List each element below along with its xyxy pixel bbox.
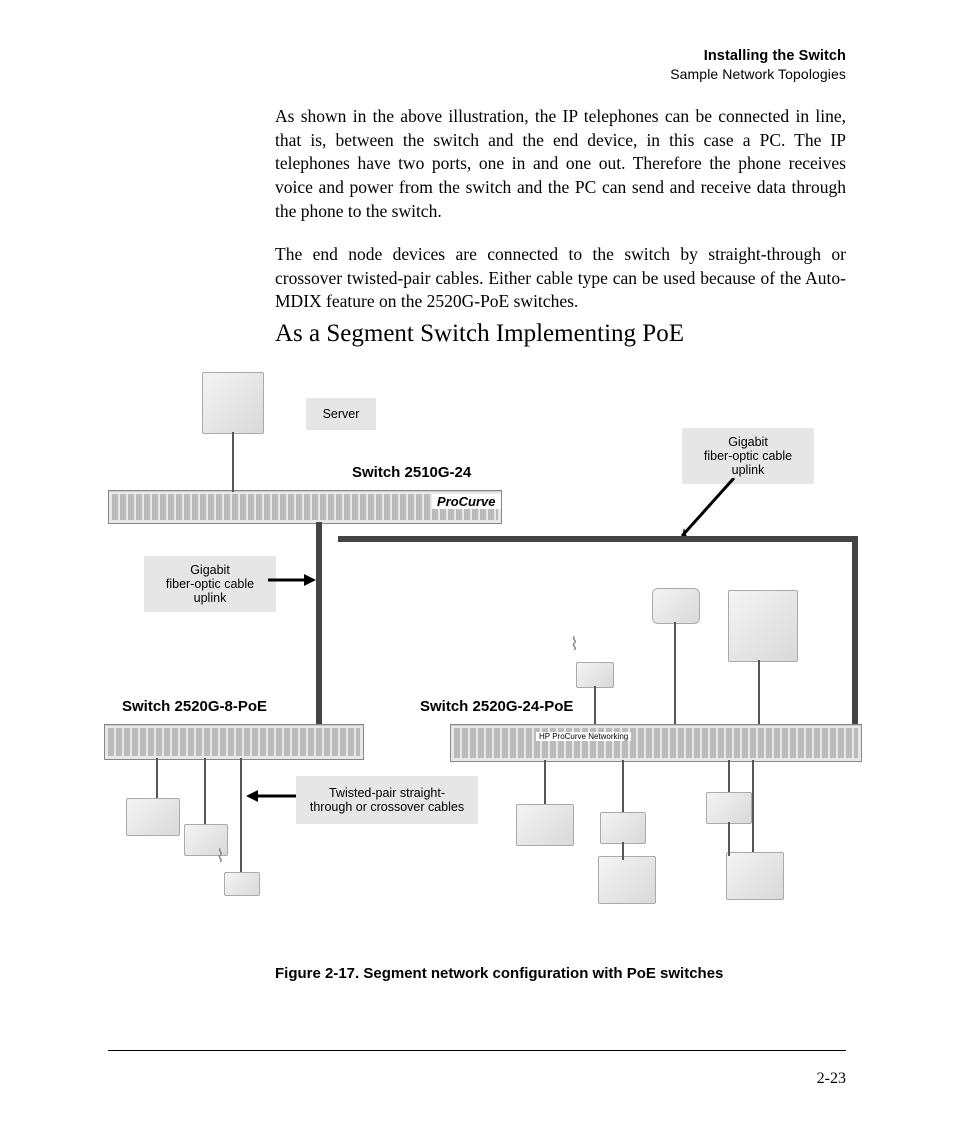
arrow-uplink-left	[268, 570, 316, 590]
label-uplink-left: Gigabit fiber-optic cable uplink	[144, 556, 276, 612]
label-switch-left: Switch 2520G-8-PoE	[122, 698, 267, 715]
wire-srv2	[758, 660, 760, 732]
ap-icon	[576, 662, 614, 688]
body-text: As shown in the above illustration, the …	[275, 105, 846, 334]
label-server: Server	[306, 398, 376, 430]
network-diagram: Server Switch 2510G-24 ProCurve Gigabit …	[92, 372, 862, 942]
printer-icon	[516, 804, 574, 846]
switch-right	[450, 724, 862, 762]
wifi2-icon: ⌇	[216, 846, 225, 867]
server2-icon	[728, 590, 798, 662]
label-twisted-pair: Twisted-pair straight- through or crosso…	[296, 776, 478, 824]
label-switch-right: Switch 2520G-24-PoE	[420, 698, 573, 715]
label-uplink-right: Gigabit fiber-optic cable uplink	[682, 428, 814, 484]
brand-hp: HP ProCurve Networking	[536, 732, 631, 741]
wire-l2	[204, 758, 206, 834]
phone3-icon	[706, 792, 752, 824]
switch-left	[104, 724, 364, 760]
ap2-icon	[224, 872, 260, 896]
monitor1-icon	[598, 856, 656, 904]
page-number: 2-23	[817, 1070, 846, 1088]
wire-r3b	[728, 822, 730, 856]
wire-fiber-2a	[338, 536, 858, 542]
label-switch-top: Switch 2510G-24	[352, 464, 471, 481]
wire-r4	[752, 760, 754, 866]
header-section: Sample Network Topologies	[670, 66, 846, 82]
wire-r2b	[622, 842, 624, 860]
phone2-icon	[600, 812, 646, 844]
wire-server	[232, 432, 234, 492]
figure-caption: Figure 2-17. Segment network configurati…	[275, 965, 723, 982]
footer-rule	[108, 1050, 846, 1051]
brand-procurve: ProCurve	[432, 494, 501, 509]
camera-icon	[652, 588, 700, 624]
section-heading: As a Segment Switch Implementing PoE	[275, 320, 684, 348]
wire-l1	[156, 758, 158, 800]
server-icon	[202, 372, 264, 434]
page-header: Installing the Switch Sample Network Top…	[670, 48, 846, 82]
wifi-icon: ⌇	[570, 634, 579, 655]
wire-fiber-2b	[852, 536, 858, 732]
wire-l3	[240, 758, 242, 876]
header-title: Installing the Switch	[670, 48, 846, 64]
paragraph-2: The end node devices are connected to th…	[275, 243, 846, 314]
monitor2-icon	[726, 852, 784, 900]
paragraph-1: As shown in the above illustration, the …	[275, 105, 846, 223]
arrow-tp	[246, 786, 296, 806]
laptop-icon	[126, 798, 180, 836]
wire-fiber-1	[316, 522, 322, 732]
wire-cam	[674, 622, 676, 732]
